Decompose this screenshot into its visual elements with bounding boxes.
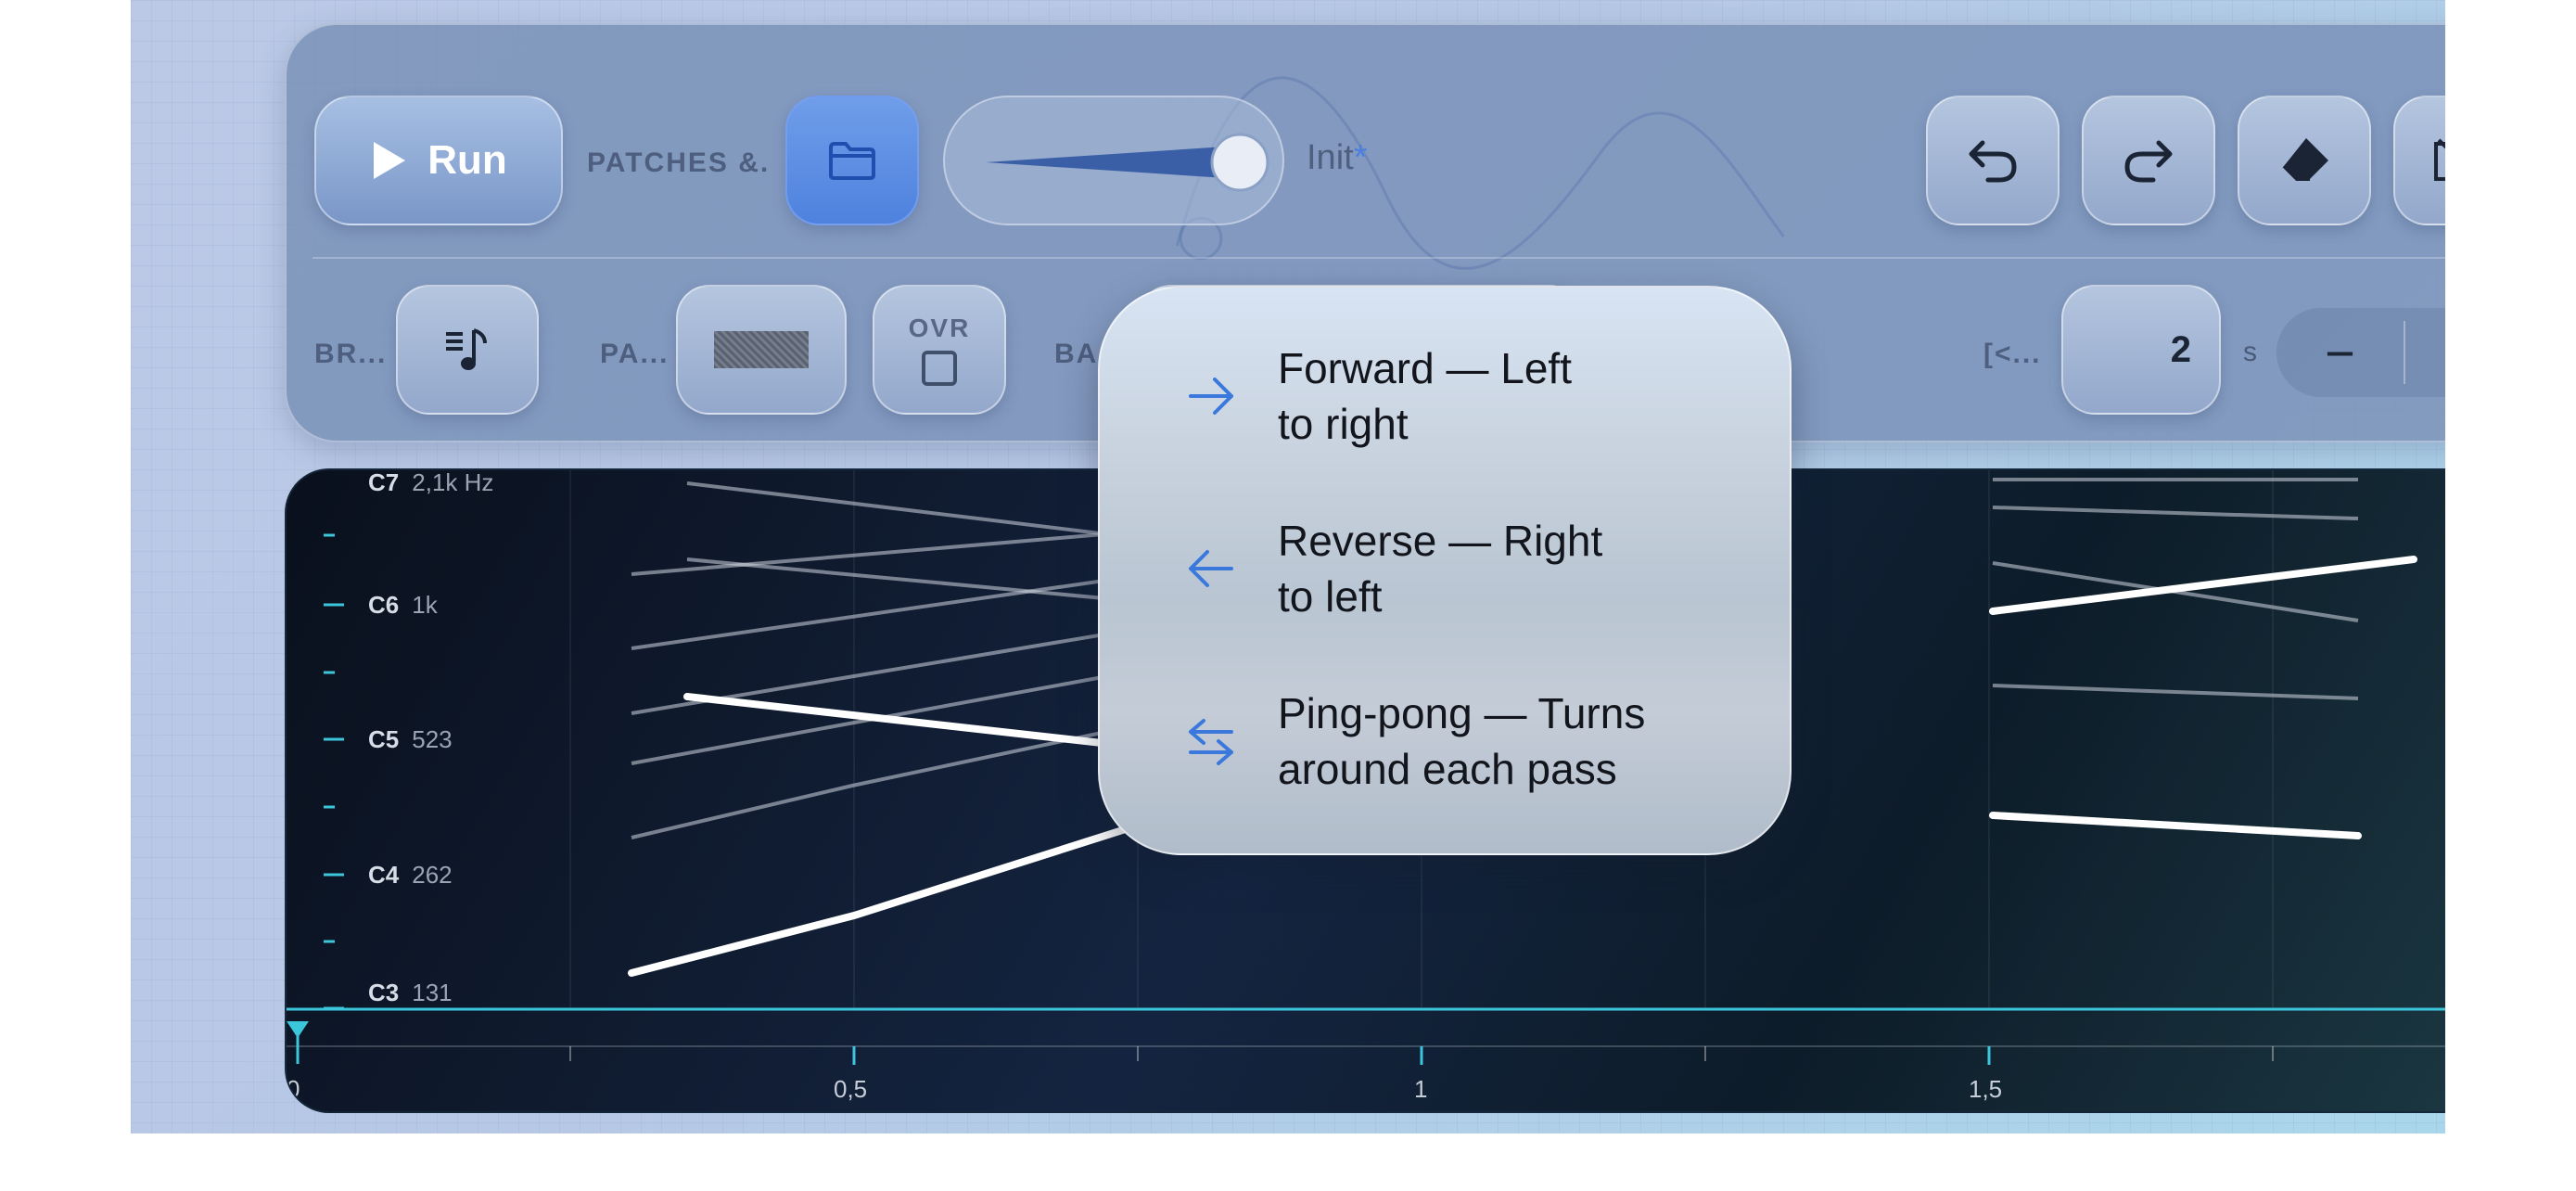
arrow-right-icon — [1189, 378, 1233, 415]
menu-item-label: Reverse — Right to left — [1278, 513, 1741, 624]
redo-icon — [2124, 140, 2173, 183]
time-tick-0-5: 0,5 — [834, 1075, 868, 1103]
duration-stepper: − + — [2276, 308, 2445, 397]
playback-direction-menu: Forward — Left to right Reverse — Right to… — [1098, 286, 1792, 855]
minus-icon: − — [2325, 323, 2355, 382]
open-patches-button[interactable] — [785, 96, 919, 225]
preset-modified-marker: * — [1353, 138, 1368, 177]
undo-button[interactable] — [1926, 96, 2060, 225]
duration-unit: s — [2243, 337, 2257, 367]
redo-button[interactable] — [2082, 96, 2215, 225]
note-frequency: 131 — [412, 979, 453, 1006]
overwrite-toggle[interactable]: OVR — [873, 285, 1006, 415]
note-label-c7: C7 2,1k Hz — [368, 468, 494, 497]
note-name: C5 — [368, 725, 400, 753]
menu-item-title: Forward — Left — [1278, 344, 1572, 392]
time-tick-1-5: 1,5 — [1969, 1075, 2003, 1103]
note-label-c3: C3 131 — [368, 979, 453, 1007]
pattern-button[interactable] — [676, 285, 847, 415]
note-name: C7 — [368, 468, 400, 496]
overwrite-label: OVR — [908, 314, 971, 342]
duration-label: [<... — [1983, 339, 2042, 369]
decrement-button[interactable]: − — [2276, 308, 2404, 397]
note-frequency: 262 — [412, 861, 453, 889]
patches-label: PATCHES &. — [587, 147, 771, 178]
arrows-left-right-icon — [1189, 719, 1233, 765]
menu-item-title: Ping-pong — Turns — [1278, 689, 1646, 737]
menu-item-subtitle: to left — [1278, 572, 1383, 621]
note-frequency: 523 — [412, 725, 453, 753]
undo-icon — [1969, 140, 2017, 183]
pattern-label: PA... — [600, 339, 670, 369]
slider-track — [986, 133, 1269, 192]
brush-label: BR... — [314, 339, 388, 369]
note-frequency: 1k — [412, 591, 438, 619]
menu-item-subtitle: around each pass — [1278, 745, 1617, 793]
menu-item-subtitle: to right — [1278, 400, 1409, 448]
noise-pattern-swatch — [714, 331, 809, 368]
time-tick-0: 0 — [287, 1075, 300, 1103]
note-label-c6: C6 1k — [368, 591, 438, 620]
duration-field[interactable]: 2 — [2061, 285, 2221, 415]
menu-item-ping-pong[interactable]: Ping-pong — Turns around each pass — [1100, 655, 1790, 827]
run-button[interactable]: Run — [314, 96, 563, 225]
brush-button[interactable] — [396, 285, 539, 415]
morph-slider[interactable] — [943, 96, 1284, 225]
menu-item-reverse[interactable]: Reverse — Right to left — [1100, 482, 1790, 655]
note-name: C3 — [368, 979, 400, 1006]
menu-item-label: Ping-pong — Turns around each pass — [1278, 685, 1741, 797]
menu-item-forward[interactable]: Forward — Left to right — [1100, 310, 1790, 482]
folder-icon — [829, 142, 875, 180]
note-name: C6 — [368, 591, 400, 619]
menu-item-title: Reverse — Right — [1278, 517, 1603, 565]
run-button-label: Run — [427, 137, 507, 183]
increment-button[interactable]: + — [2405, 308, 2445, 397]
toolbar-divider — [312, 257, 2445, 259]
preset-name[interactable]: Init* — [1307, 138, 1368, 178]
clear-canvas-icon — [2434, 138, 2445, 181]
note-frequency: 2,1k Hz — [412, 468, 494, 496]
note-label-c5: C5 523 — [368, 725, 453, 754]
preset-name-text: Init — [1307, 138, 1354, 177]
brush-notes-icon — [446, 328, 487, 370]
time-major-ticks — [852, 1046, 1991, 1065]
note-label-c4: C4 262 — [368, 861, 453, 890]
overwrite-checkbox — [922, 351, 957, 386]
eraser-button[interactable] — [2238, 96, 2371, 225]
playhead[interactable] — [287, 1021, 309, 1064]
duration-value: 2 — [2170, 328, 2191, 370]
note-name: C4 — [368, 861, 400, 889]
menu-item-label: Forward — Left to right — [1278, 340, 1741, 452]
time-tick-1: 1 — [1414, 1075, 1428, 1103]
clear-canvas-button[interactable] — [2393, 96, 2445, 225]
note-axis-ticks — [324, 533, 344, 1010]
eraser-icon — [2282, 138, 2328, 181]
arrow-left-icon — [1189, 550, 1233, 587]
play-icon — [374, 142, 406, 179]
